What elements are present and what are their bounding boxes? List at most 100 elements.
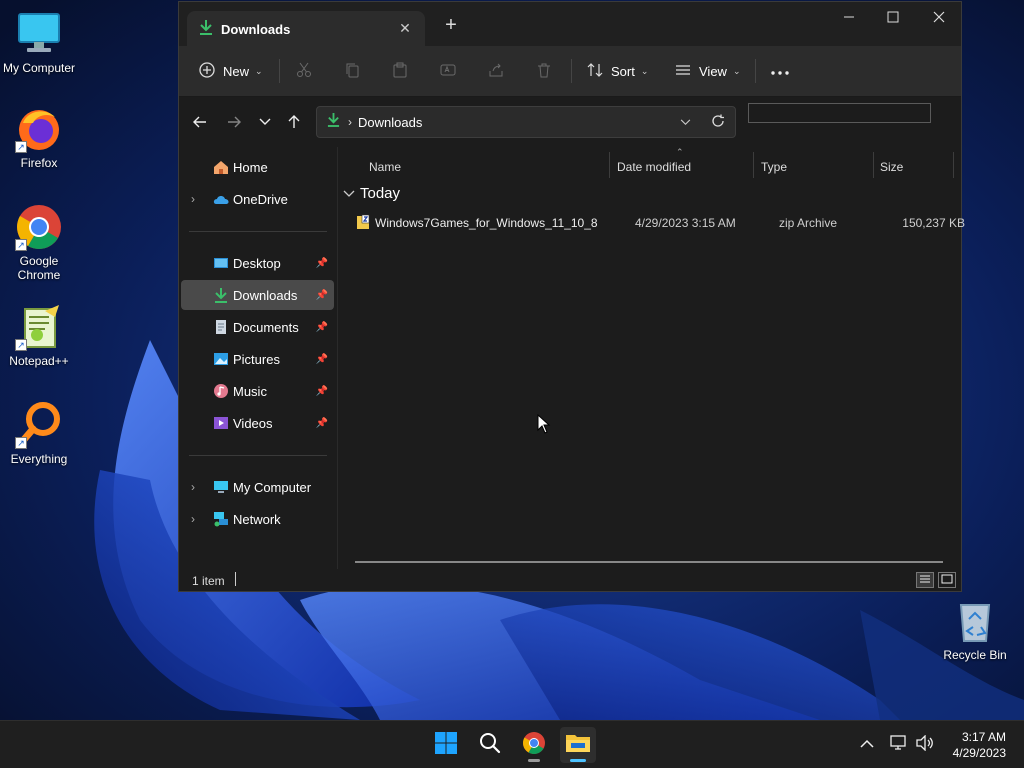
column-separator[interactable] — [609, 152, 610, 178]
column-header-type[interactable]: Type — [761, 154, 787, 180]
start-button[interactable] — [428, 727, 464, 763]
file-size: 150,237 KB — [902, 216, 965, 230]
more-options-button[interactable] — [771, 55, 789, 87]
more-icon — [771, 64, 789, 79]
desktop-icon-recycle-bin[interactable]: Recycle Bin — [937, 597, 1013, 662]
minimize-button[interactable] — [826, 2, 872, 32]
nav-item-desktop[interactable]: Desktop 📌 — [181, 248, 334, 278]
show-hidden-icons-button[interactable] — [860, 736, 874, 754]
chevron-right-icon[interactable]: › — [191, 512, 195, 526]
address-dropdown-icon[interactable] — [680, 113, 691, 131]
tab-downloads[interactable]: Downloads ✕ — [187, 11, 425, 47]
cut-button[interactable] — [296, 55, 312, 87]
chevron-down-icon — [343, 185, 355, 202]
details-view-button[interactable] — [916, 572, 934, 588]
system-clock[interactable]: 3:17 AM 4/29/2023 — [953, 729, 1006, 761]
chevron-right-icon[interactable]: › — [191, 480, 195, 494]
nav-item-network[interactable]: › Network — [181, 504, 334, 534]
chevron-down-icon: ⌄ — [640, 65, 649, 76]
volume-icon[interactable] — [916, 734, 934, 756]
column-header-name[interactable]: Name — [369, 154, 401, 180]
horizontal-scrollbar[interactable] — [355, 561, 943, 563]
clock-date: 4/29/2023 — [952, 746, 1006, 760]
pin-icon[interactable]: 📌 — [316, 290, 328, 301]
refresh-icon[interactable] — [711, 114, 725, 133]
search-input[interactable] — [748, 103, 931, 123]
new-button[interactable]: New ⌄ — [199, 55, 263, 87]
nav-item-videos[interactable]: Videos 📌 — [181, 408, 334, 438]
maximize-button[interactable] — [870, 2, 916, 32]
nav-item-home[interactable]: Home — [181, 152, 334, 182]
downloads-folder-icon — [213, 287, 229, 303]
paste-button[interactable] — [392, 55, 408, 87]
pin-icon[interactable]: 📌 — [316, 322, 328, 333]
column-header-size[interactable]: Size — [880, 154, 903, 180]
nav-item-label: Desktop — [233, 255, 281, 271]
nav-item-onedrive[interactable]: › OneDrive — [181, 184, 334, 214]
pane-splitter[interactable] — [337, 147, 338, 569]
column-separator[interactable] — [953, 152, 954, 178]
rename-button[interactable] — [440, 55, 456, 87]
everything-search-icon: ↗ — [15, 401, 63, 449]
status-separator — [235, 572, 236, 586]
desktop-icon-my-computer[interactable]: My Computer — [1, 10, 77, 75]
large-icons-view-button[interactable] — [938, 572, 956, 588]
status-bar: 1 item — [179, 569, 961, 591]
nav-divider — [189, 455, 327, 456]
desktop-icon-firefox[interactable]: ↗ Firefox — [1, 105, 77, 170]
desktop-icon-chrome[interactable]: ↗ Google Chrome — [1, 203, 77, 282]
close-window-button[interactable] — [916, 2, 962, 32]
pin-icon[interactable]: 📌 — [316, 258, 328, 269]
shortcut-arrow-icon: ↗ — [15, 339, 27, 351]
mouse-cursor-icon — [537, 414, 551, 434]
up-button[interactable] — [282, 110, 306, 134]
back-button[interactable] — [188, 110, 212, 134]
column-header-date-modified[interactable]: Date modified — [617, 154, 691, 180]
title-bar[interactable]: Downloads ✕ + — [179, 2, 962, 47]
column-separator[interactable] — [753, 152, 754, 178]
view-button[interactable]: View ⌄ — [675, 55, 741, 87]
command-bar: New ⌄ Sort ⌄ View ⌄ — [179, 46, 961, 97]
nav-item-downloads[interactable]: Downloads 📌 — [181, 280, 334, 310]
group-header-today[interactable]: Today — [343, 185, 400, 202]
nav-item-music[interactable]: Music 📌 — [181, 376, 334, 406]
network-status-icon[interactable] — [890, 735, 908, 756]
close-tab-icon[interactable]: ✕ — [393, 16, 417, 40]
computer-icon — [213, 479, 229, 495]
navigation-bar: › Downloads — [179, 97, 961, 147]
shortcut-arrow-icon: ↗ — [15, 141, 27, 153]
nav-item-label: Downloads — [233, 287, 298, 303]
recent-locations-button[interactable] — [253, 110, 277, 134]
share-icon — [488, 62, 504, 81]
table-row[interactable]: Windows7Games_for_Windows_11_10_8 4/29/2… — [353, 211, 965, 235]
copy-button[interactable] — [344, 55, 360, 87]
file-list: Name ⌃ Date modified Type Size Today Win… — [339, 147, 965, 569]
pin-icon[interactable]: 📌 — [316, 418, 328, 429]
delete-button[interactable] — [536, 55, 552, 87]
active-window-indicator — [570, 759, 586, 762]
nav-item-pictures[interactable]: Pictures 📌 — [181, 344, 334, 374]
taskbar-file-explorer-button[interactable] — [560, 727, 596, 763]
home-icon — [213, 159, 229, 175]
pin-icon[interactable]: 📌 — [316, 354, 328, 365]
share-button[interactable] — [488, 55, 504, 87]
taskbar-search-button[interactable] — [472, 727, 508, 763]
address-bar[interactable]: › Downloads — [316, 106, 736, 138]
new-tab-button[interactable]: + — [439, 14, 463, 38]
sort-button[interactable]: Sort ⌄ — [587, 55, 648, 87]
taskbar-chrome-button[interactable] — [516, 727, 552, 763]
plus-circle-icon — [199, 61, 215, 81]
pin-icon[interactable]: 📌 — [316, 386, 328, 397]
chrome-icon — [522, 731, 546, 760]
column-separator[interactable] — [873, 152, 874, 178]
copy-icon — [344, 62, 360, 81]
nav-divider — [189, 231, 327, 232]
breadcrumb-downloads[interactable]: Downloads — [358, 115, 422, 130]
nav-item-documents[interactable]: Documents 📌 — [181, 312, 334, 342]
desktop-icon-notepadpp[interactable]: ↗ Notepad++ — [1, 303, 77, 368]
chevron-right-icon[interactable]: › — [191, 192, 195, 206]
forward-button[interactable] — [222, 110, 246, 134]
download-arrow-icon — [327, 112, 340, 132]
nav-item-my-computer[interactable]: › My Computer — [181, 472, 334, 502]
desktop-icon-everything[interactable]: ↗ Everything — [1, 401, 77, 466]
